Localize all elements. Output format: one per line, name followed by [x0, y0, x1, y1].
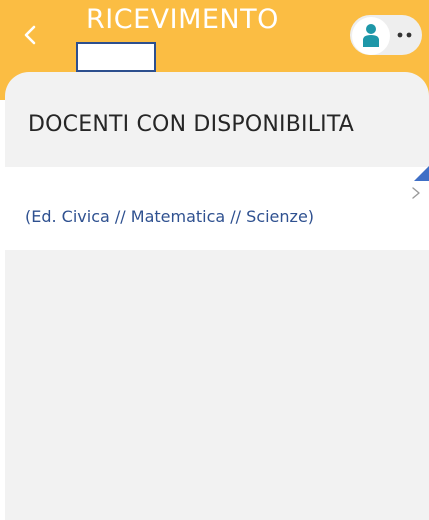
screen: RICEVIMENTO DOCENTI CON DISPONIBILITA (E… — [0, 0, 429, 520]
more-dots-icon — [392, 22, 418, 48]
chevron-left-icon — [18, 22, 44, 48]
avatar-button[interactable] — [352, 17, 390, 55]
back-button[interactable] — [18, 22, 44, 48]
user-icon — [352, 17, 390, 55]
teacher-subjects: (Ed. Civica // Matematica // Scienze) — [25, 207, 315, 226]
scroll-indicator-icon — [414, 166, 429, 181]
more-button[interactable] — [392, 22, 418, 48]
chevron-right-icon — [409, 185, 423, 201]
page-title: RICEVIMENTO — [86, 4, 279, 35]
teacher-list-item[interactable]: (Ed. Civica // Matematica // Scienze) — [5, 167, 429, 250]
content-sheet — [5, 72, 429, 520]
redaction-box — [76, 42, 156, 72]
section-title: DOCENTI CON DISPONIBILITA — [28, 112, 355, 137]
